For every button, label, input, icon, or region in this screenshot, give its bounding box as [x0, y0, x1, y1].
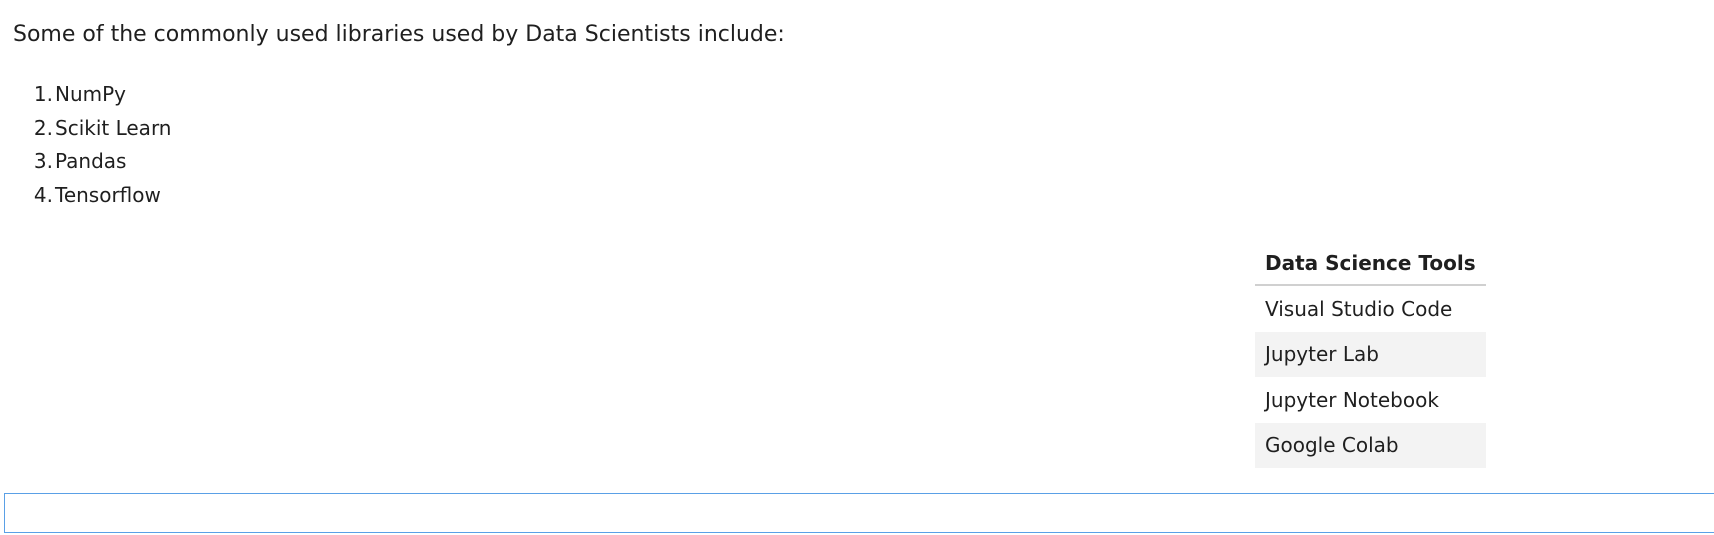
list-item: 4. Tensorflow	[34, 179, 171, 213]
intro-text: Some of the commonly used libraries used…	[13, 22, 785, 47]
tools-table: Data Science Tools Visual Studio Code Ju…	[1255, 242, 1486, 468]
table-cell: Jupyter Notebook	[1265, 387, 1439, 412]
list-item-number: 2.	[33, 115, 53, 140]
table-row: Visual Studio Code	[1255, 285, 1486, 332]
list-item-label: Tensorflow	[55, 182, 161, 207]
list-item-label: Pandas	[55, 149, 127, 173]
table-header: Data Science Tools	[1255, 242, 1486, 286]
table-cell: Google Colab	[1255, 422, 1486, 468]
list-item-label: Scikit Learn	[55, 115, 172, 140]
libraries-list: 1. NumPy 2. Scikit Learn 3. Pandas 4. Te…	[34, 78, 172, 213]
table-row: Jupyter Notebook	[1255, 377, 1486, 423]
table-cell: Visual Studio Code	[1265, 296, 1453, 321]
list-item: 2. Scikit Learn	[34, 112, 172, 146]
list-item-label: NumPy	[55, 82, 127, 106]
table-row: Jupyter Lab	[1255, 331, 1486, 377]
table-row: Google Colab	[1255, 422, 1486, 468]
list-item-number: 1.	[33, 82, 53, 106]
list-item-number: 3.	[33, 149, 53, 173]
notebook-cell-input[interactable]	[4, 493, 1714, 533]
list-item: 1. NumPy	[34, 78, 171, 112]
list-item-number: 4.	[33, 182, 53, 207]
list-item: 3. Pandas	[34, 145, 171, 179]
table-header-row: Data Science Tools	[1255, 242, 1486, 286]
table-cell: Jupyter Lab	[1255, 331, 1486, 377]
